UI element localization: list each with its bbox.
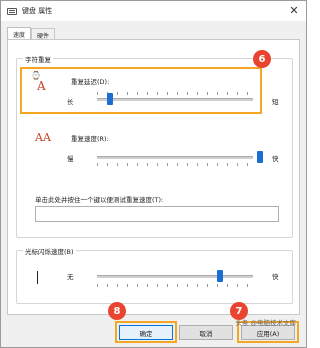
ok-button[interactable]: 确定 (119, 325, 173, 340)
cursor-blink-title: 光标闪烁速度(B) (23, 246, 76, 256)
watermark: 头条 @电脑技术文库 (235, 319, 296, 327)
blink-slider-thumb[interactable] (216, 270, 223, 282)
test-label: 单击此处并按住一个键以便测试重复速度(T): (35, 196, 164, 204)
delay-right-label: 短 (272, 98, 279, 106)
char-repeat-title: 字符重复 (23, 54, 53, 64)
blink-left-label: 无 (67, 273, 74, 281)
rate-right-label: 快 (272, 155, 279, 163)
cursor-blink-group: 光标闪烁速度(B) 无 快 (16, 246, 293, 304)
cursor-preview (37, 271, 38, 284)
title-bar: 键盘 属性 ✕ (1, 1, 306, 21)
rate-slider-track[interactable] (97, 156, 253, 159)
blink-ticks (97, 284, 252, 287)
rate-slider-thumb[interactable] (257, 151, 263, 163)
blink-slider-track[interactable] (97, 275, 253, 278)
cancel-button[interactable]: 取消 (179, 325, 233, 340)
keyboard-properties-window: 键盘 属性 ✕ 速度 硬件 字符重复 ⌚ A 重复延迟(D): 长 短 AA 重… (0, 0, 307, 348)
highlight-repeat-delay (20, 67, 262, 114)
step-badge-6: 6 (253, 50, 271, 68)
rate-left-label: 慢 (67, 155, 74, 163)
keyboard-icon (7, 7, 17, 15)
window-title: 键盘 属性 (22, 7, 53, 15)
rate-label: 重复速度(R): (71, 135, 109, 143)
rate-ticks (97, 163, 252, 166)
repeat-rate-icon: AA (35, 131, 51, 144)
step-badge-8: 8 (108, 302, 126, 320)
close-button[interactable]: ✕ (288, 5, 300, 17)
apply-button[interactable]: 应用(A) (241, 325, 295, 340)
repeat-test-input[interactable] (35, 206, 279, 222)
blink-right-label: 快 (272, 273, 279, 281)
